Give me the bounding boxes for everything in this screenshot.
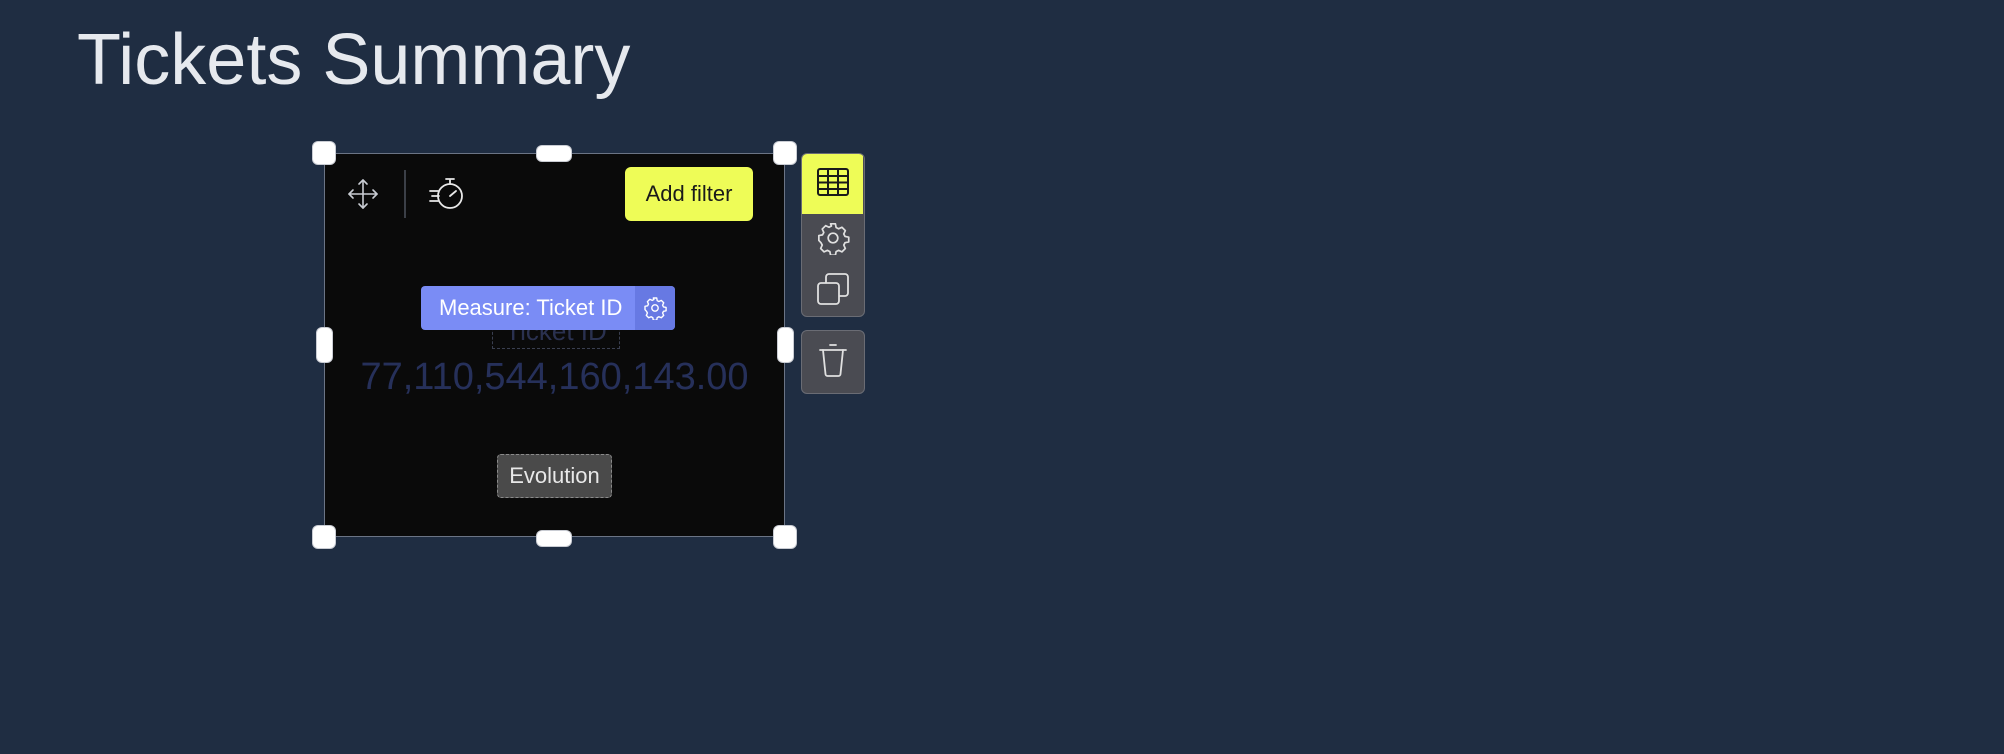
resize-handle-bottom-right[interactable] (774, 526, 796, 548)
add-filter-button[interactable]: Add filter (625, 167, 753, 221)
duplicate-widget-button[interactable] (802, 266, 863, 316)
resize-handle-top-left[interactable] (313, 142, 335, 164)
toolbar-divider (404, 170, 406, 218)
dashboard-canvas: Tickets Summary Add filter Ticket ID Mea… (0, 0, 2004, 754)
measure-tag[interactable]: Measure: Ticket ID (421, 286, 676, 330)
stopwatch-icon[interactable] (425, 172, 469, 216)
kpi-value: 77,110,544,160,143.00 (360, 356, 749, 398)
page-title: Tickets Summary (77, 20, 631, 100)
table-icon (816, 167, 850, 202)
gear-icon[interactable] (635, 286, 676, 330)
resize-handle-top-right[interactable] (774, 142, 796, 164)
delete-widget-button[interactable] (801, 330, 865, 394)
resize-handle-bottom[interactable] (537, 531, 571, 546)
widget-actions-panel (801, 153, 865, 317)
evolution-drop-zone[interactable]: Evolution (497, 454, 612, 498)
widget-settings-button[interactable] (802, 214, 863, 266)
resize-handle-bottom-left[interactable] (313, 526, 335, 548)
duplicate-icon (816, 272, 850, 311)
gear-icon (816, 221, 850, 260)
table-view-button[interactable] (802, 154, 863, 214)
trash-icon (816, 342, 850, 383)
move-arrows-icon[interactable] (343, 174, 383, 214)
measure-label: Measure: Ticket ID (439, 295, 623, 320)
resize-handle-top[interactable] (537, 146, 571, 161)
